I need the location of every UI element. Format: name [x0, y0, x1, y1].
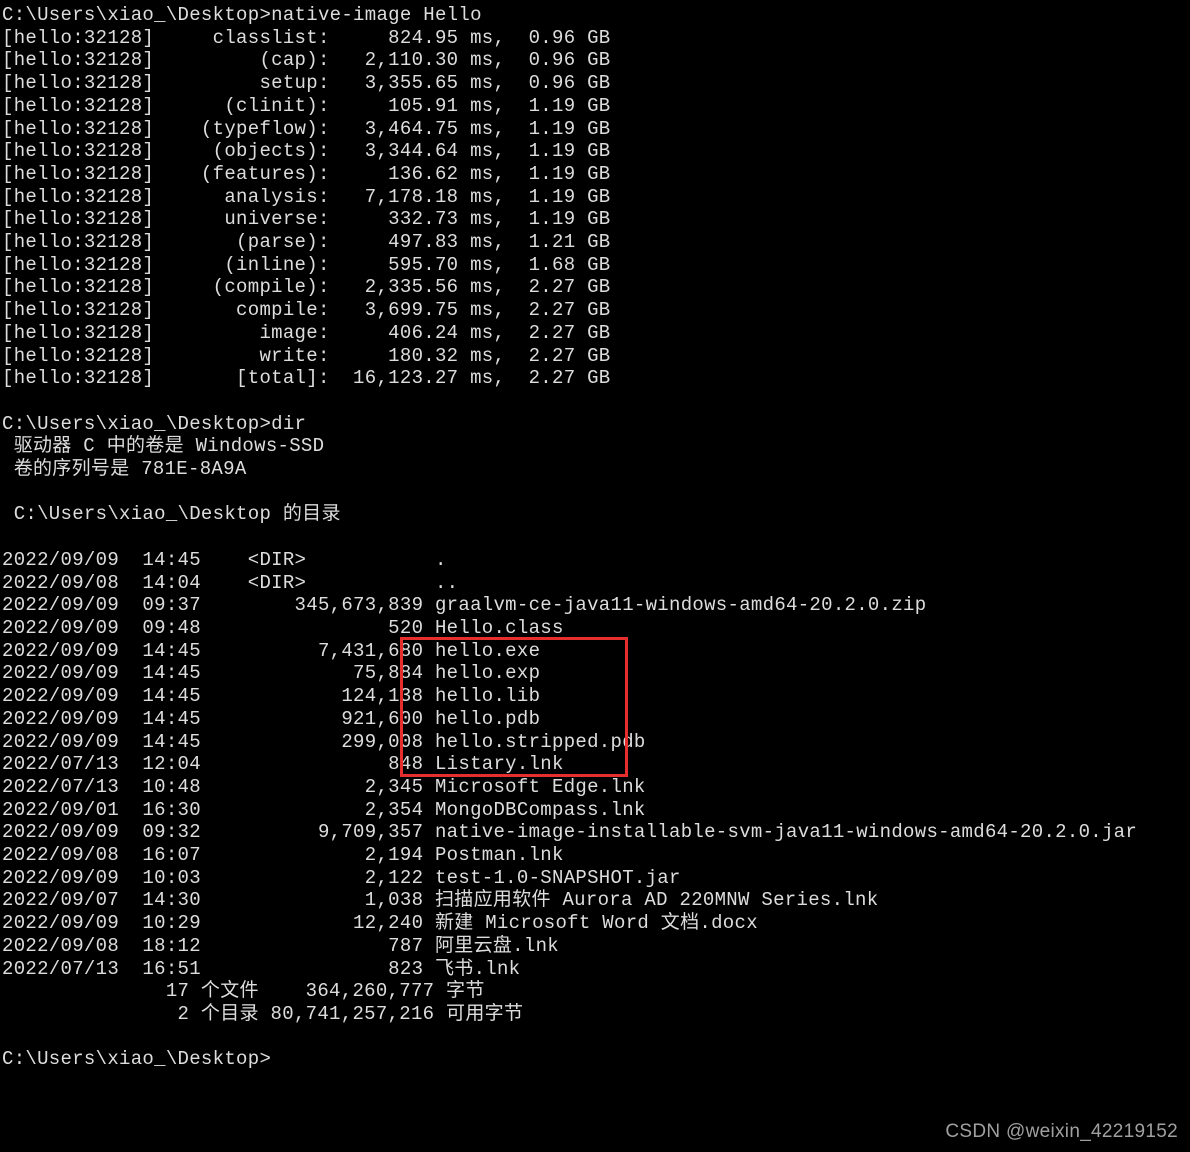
terminal-output[interactable]: C:\Users\xiao_\Desktop>native-image Hell…: [0, 0, 1190, 1152]
watermark-text: CSDN @weixin_42219152: [945, 1121, 1178, 1144]
highlight-box: [400, 637, 628, 777]
